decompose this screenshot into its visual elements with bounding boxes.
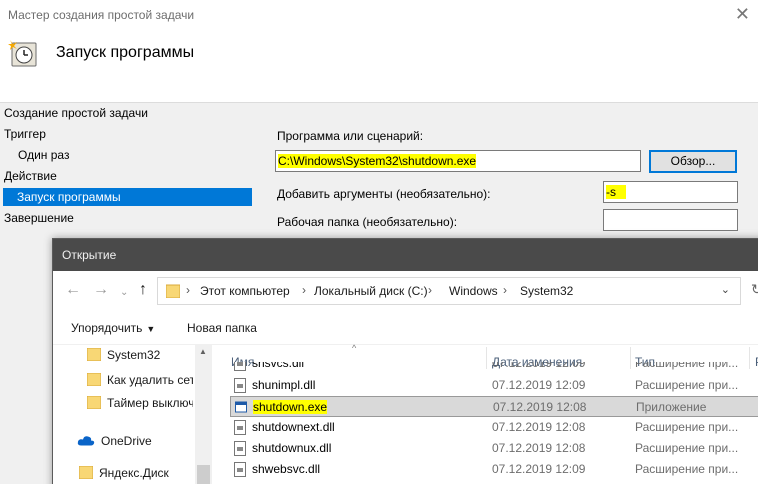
program-input[interactable]: C:\Windows\System32\shutdown.exe	[275, 150, 641, 172]
breadcrumb-separator: ›	[503, 283, 507, 297]
recent-chevron-down-icon[interactable]: ⌄	[120, 284, 128, 302]
file-row[interactable]: shsvcs.dll 07.12.2019 12:09 Расширение п…	[230, 362, 758, 374]
file-date: 07.12.2019 12:09	[492, 378, 586, 392]
navigation-pane: System32 Как удалить сет Таймер выключ O…	[53, 345, 213, 484]
dll-file-icon	[234, 462, 246, 477]
folder-icon	[87, 373, 101, 386]
wizard-header: Запуск программы	[0, 30, 758, 102]
back-arrow-icon[interactable]: ←	[65, 281, 81, 299]
file-type: Расширение при...	[635, 378, 739, 392]
nav-item-yandex-disk[interactable]: Яндекс.Диск	[79, 463, 193, 483]
breadcrumb-local-disk[interactable]: Локальный диск (C:)	[314, 284, 428, 298]
file-row[interactable]: shutdownext.dll 07.12.2019 12:08 Расшире…	[230, 417, 758, 438]
nav-pane-scrollbar[interactable]: ▲	[195, 345, 212, 484]
file-name: shunimpl.dll	[252, 378, 316, 392]
address-chevron-down-icon[interactable]: ⌄	[721, 283, 730, 296]
workdir-label: Рабочая папка (необязательно):	[277, 215, 458, 229]
step-action[interactable]: Действие	[4, 167, 57, 185]
file-row-selected[interactable]: shutdown.exe 07.12.2019 12:08 Приложение	[230, 396, 758, 417]
file-name: shsvcs.dll	[252, 362, 305, 370]
nav-item-label: System32	[107, 348, 161, 362]
file-date: 07.12.2019 12:09	[492, 362, 586, 370]
breadcrumb-system32[interactable]: System32	[520, 284, 573, 298]
close-icon[interactable]: ✕	[735, 4, 750, 24]
folder-icon	[166, 284, 180, 298]
args-label: Добавить аргументы (необязательно):	[277, 187, 491, 201]
step-once[interactable]: Один раз	[18, 146, 69, 164]
breadcrumb-windows[interactable]: Windows	[449, 284, 498, 298]
cloud-icon	[77, 436, 95, 446]
step-finish[interactable]: Завершение	[4, 209, 74, 227]
exe-file-icon	[235, 401, 247, 413]
wizard-heading: Запуск программы	[56, 44, 195, 61]
new-folder-button[interactable]: Новая папка	[187, 321, 257, 335]
folder-icon	[87, 396, 101, 409]
refresh-icon[interactable]: ↻	[751, 281, 758, 298]
nav-item-system32[interactable]: System32	[87, 345, 193, 365]
nav-item-onedrive[interactable]: OneDrive	[77, 431, 193, 451]
scroll-up-icon[interactable]: ▲	[199, 347, 207, 356]
organize-label: Упорядочить	[71, 321, 143, 335]
breadcrumb-separator: ›	[302, 283, 306, 297]
file-list: ^ Имя Дата изменения Тип Р shsvcs.dll 07…	[214, 343, 758, 484]
nav-item-label: OneDrive	[101, 434, 152, 448]
file-type: Расширение при...	[635, 362, 739, 370]
nav-item-shutdown-timer[interactable]: Таймер выключ	[87, 393, 193, 413]
step-create-task[interactable]: Создание простой задачи	[4, 104, 148, 122]
file-name: shutdown.exe	[253, 397, 328, 418]
open-file-dialog: Открытие ← → ⌄ ↑ › Этот компьютер › Лока…	[52, 238, 758, 484]
program-value: C:\Windows\System32\shutdown.exe	[278, 154, 477, 168]
caret-down-icon: ▼	[146, 324, 156, 334]
wizard-title: Мастер создания простой задачи	[8, 8, 195, 22]
organize-button[interactable]: Упорядочить ▼	[71, 321, 155, 335]
nav-item-label: Яндекс.Диск	[99, 466, 169, 480]
dll-file-icon	[234, 441, 246, 456]
file-date: 07.12.2019 12:08	[492, 441, 586, 455]
file-name-text: shutdown.exe	[253, 400, 328, 414]
file-row[interactable]: shunimpl.dll 07.12.2019 12:09 Расширение…	[230, 375, 758, 396]
dll-file-icon	[234, 378, 246, 393]
breadcrumb-separator: ›	[428, 283, 432, 297]
folder-icon	[87, 348, 101, 361]
wizard-titlebar: Мастер создания простой задачи ✕	[0, 0, 758, 30]
open-dialog-title: Открытие	[62, 248, 117, 262]
program-label: Программа или сценарий:	[277, 129, 424, 143]
navigation-bar: ← → ⌄ ↑ › Этот компьютер › Локальный дис…	[53, 271, 758, 311]
dialog-toolbar: Упорядочить ▼ Новая папка	[53, 311, 758, 345]
file-date: 07.12.2019 12:09	[492, 462, 586, 476]
nav-item-label: Таймер выключ	[107, 396, 193, 410]
file-row[interactable]: shwebsvc.dll 07.12.2019 12:09 Расширение…	[230, 459, 758, 480]
args-value: -s	[606, 185, 626, 199]
file-type: Расширение при...	[635, 462, 739, 476]
up-arrow-icon[interactable]: ↑	[139, 281, 147, 299]
nav-item-label: Как удалить сет	[107, 373, 193, 387]
file-name: shwebsvc.dll	[252, 462, 321, 476]
nav-item-remove-network[interactable]: Как удалить сет	[87, 370, 193, 390]
browse-button[interactable]: Обзор...	[649, 150, 737, 173]
file-date: 07.12.2019 12:08	[493, 400, 587, 414]
sort-ascending-icon: ^	[352, 343, 357, 353]
file-row[interactable]: shutdownux.dll 07.12.2019 12:08 Расширен…	[230, 438, 758, 459]
folder-icon	[79, 466, 93, 479]
breadcrumb-this-pc[interactable]: Этот компьютер	[200, 284, 290, 298]
task-clock-icon	[8, 40, 37, 67]
workdir-input[interactable]	[603, 209, 738, 231]
address-bar[interactable]: › Этот компьютер › Локальный диск (C:) ›…	[157, 277, 741, 305]
file-name: shutdownext.dll	[252, 420, 335, 434]
file-date: 07.12.2019 12:08	[492, 420, 586, 434]
file-type: Расширение при...	[635, 420, 739, 434]
open-dialog-titlebar: Открытие	[53, 239, 758, 271]
dll-file-icon	[234, 420, 246, 435]
breadcrumb-separator: ›	[186, 283, 190, 297]
file-type: Расширение при...	[635, 441, 739, 455]
scrollbar-thumb[interactable]	[197, 465, 210, 484]
forward-arrow-icon[interactable]: →	[93, 281, 109, 299]
step-start-program[interactable]: Запуск программы	[3, 188, 252, 206]
file-name: shutdownux.dll	[252, 441, 332, 455]
args-input[interactable]: -s	[603, 181, 738, 203]
dll-file-icon	[234, 362, 246, 371]
file-type: Приложение	[636, 400, 707, 414]
step-trigger[interactable]: Триггер	[4, 125, 46, 143]
